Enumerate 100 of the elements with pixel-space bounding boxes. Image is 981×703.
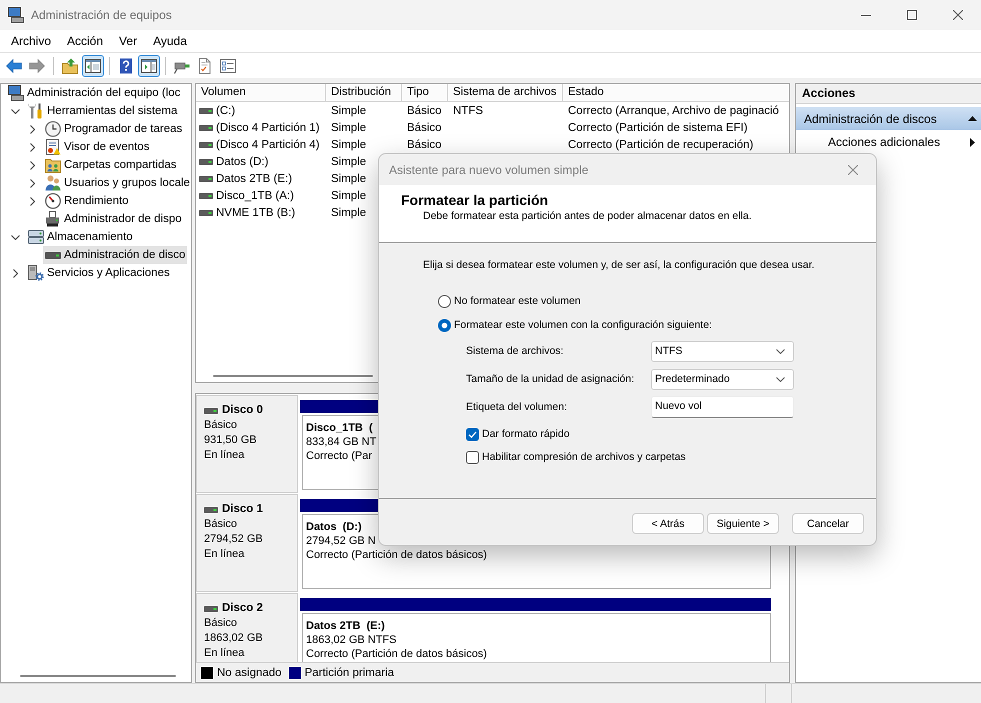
chevron-down-icon — [776, 376, 785, 382]
panel-layout-icon — [141, 58, 157, 74]
users-icon — [45, 175, 61, 191]
table-cell: Simple — [331, 138, 366, 150]
dialog-subtitle: Debe formatear esta partición antes de poder almacenar datos en ella. — [423, 209, 753, 223]
disk-type: Básico — [204, 616, 238, 631]
folder-arrow-icon — [62, 58, 78, 74]
table-cell: (Disco 4 Partición 4) — [216, 138, 320, 150]
radio-option[interactable]: No formatear este volumen — [438, 292, 712, 310]
menu-item[interactable]: Ayuda — [145, 31, 195, 51]
text-field[interactable]: Nuevo vol — [651, 396, 794, 418]
forward-arrow-icon — [29, 58, 45, 74]
checkbox-option[interactable]: Habilitar compresión de archivos y carpetas — [466, 448, 686, 466]
panel-layout-icon — [85, 58, 101, 74]
table-cell: Simple — [331, 122, 366, 134]
tree-item[interactable]: Visor de eventos — [43, 138, 152, 156]
tree-item[interactable]: Herramientas del sistema — [26, 102, 180, 120]
chevron-down-icon[interactable] — [11, 234, 20, 240]
next-button[interactable]: Siguiente > — [707, 513, 779, 534]
partition-detail: 2794,52 GB N — [306, 534, 376, 548]
scrollbar-thumb[interactable] — [213, 375, 373, 377]
menu-item[interactable]: Acción — [59, 31, 112, 51]
drive-icon — [199, 158, 213, 164]
partition-box[interactable]: Datos 2TB (E:) 1863,02 GB NTFS Correcto (Partición de datos básicos) — [302, 613, 771, 662]
actions-header: Acciones — [796, 84, 981, 104]
table-cell: Simple — [331, 190, 366, 202]
chevron-down-icon — [776, 348, 785, 354]
submenu-arrow-icon — [970, 138, 975, 146]
column-header[interactable]: Estado — [563, 84, 789, 101]
column-header[interactable]: Volumen — [196, 84, 326, 101]
drive-icon — [45, 252, 61, 258]
back-button[interactable]: < Atrás — [632, 513, 704, 534]
column-header[interactable]: Tipo — [402, 84, 448, 101]
chevron-right-icon[interactable] — [30, 124, 35, 134]
radio-option[interactable]: Formatear este volumen con la configuración siguiente: — [438, 316, 712, 334]
storage-icon — [28, 229, 44, 245]
close-icon — [848, 164, 858, 174]
menu-item[interactable]: Archivo — [3, 31, 60, 51]
cancel-button[interactable]: Cancelar — [792, 513, 864, 534]
table-cell: NVME 1TB (B:) — [216, 206, 296, 218]
legend-label: No asignado — [217, 666, 282, 678]
tree-item[interactable]: Administración de disco — [43, 246, 188, 264]
computer-icon — [8, 7, 24, 23]
tree-item[interactable]: Programador de tareas — [43, 120, 184, 138]
table-cell: Correcto (Partición de sistema EFI) — [568, 122, 748, 134]
table-cell: Simple — [331, 104, 366, 116]
table-cell: (Disco 4 Partición 1) — [216, 122, 320, 134]
table-cell: Datos 2TB (E:) — [216, 172, 292, 184]
window-title: Administración de equipos — [31, 8, 172, 22]
dropdown[interactable]: NTFS — [651, 340, 794, 362]
disk-info-panel[interactable]: Disco 1 Básico 2794,52 GB En línea — [196, 494, 298, 592]
tools-icon — [28, 103, 44, 119]
partition-name: Disco_1TB ( — [306, 421, 373, 435]
clock-icon — [45, 121, 61, 137]
action-section-header[interactable]: Administración de discos — [796, 107, 981, 130]
maximize-icon — [907, 10, 917, 20]
disk-info-panel[interactable]: Disco 0 Básico 931,50 GB En línea — [196, 395, 298, 493]
partition-detail: Correcto (Partición de datos básicos) — [306, 647, 487, 661]
action-item[interactable]: Acciones adicionales — [796, 130, 981, 154]
partition-detail: Correcto (Par — [306, 449, 372, 463]
field-label: Tamaño de la unidad de asignación: — [466, 373, 636, 385]
drive-icon — [199, 108, 213, 114]
tree-item[interactable]: Rendimiento — [43, 192, 131, 210]
server-gear-icon — [28, 265, 44, 281]
table-cell: Datos (D:) — [216, 156, 268, 168]
chevron-down-icon[interactable] — [11, 108, 20, 114]
disk-size: 931,50 GB — [204, 433, 258, 448]
chevron-right-icon[interactable] — [30, 142, 35, 152]
dropdown[interactable]: Predeterminado — [651, 368, 794, 390]
menu-item[interactable]: Ver — [111, 31, 146, 51]
tree-item[interactable]: Administración del equipo (loc — [6, 84, 182, 102]
back-arrow-icon — [6, 58, 22, 74]
drive-icon — [204, 606, 218, 612]
chevron-right-icon[interactable] — [30, 178, 35, 188]
console-tree-button[interactable] — [82, 54, 104, 76]
table-cell: Simple — [331, 156, 366, 168]
chevron-right-icon[interactable] — [13, 268, 18, 278]
tree-item[interactable]: Usuarios y grupos locale — [43, 174, 191, 192]
action-pane-button[interactable] — [138, 54, 160, 76]
disk-name: Disco 1 — [222, 502, 263, 517]
disk-info-panel[interactable]: Disco 2 Básico 1863,02 GB En línea — [196, 593, 298, 662]
dialog-heading: Formatear la partición — [401, 192, 550, 209]
table-cell: Disco_1TB (A:) — [216, 190, 294, 202]
chevron-right-icon[interactable] — [30, 196, 35, 206]
close-icon — [953, 10, 963, 20]
disk-type: Básico — [204, 418, 238, 433]
chevron-right-icon[interactable] — [30, 160, 35, 170]
drive-icon — [199, 124, 213, 130]
column-header[interactable]: Sistema de archivos — [448, 84, 563, 101]
instruction-text: Elija si desea formatear este volumen y, de ser así, la configuración que desea usar. — [423, 258, 814, 272]
tree-item[interactable]: Administrador de dispo — [43, 210, 184, 228]
disk-name: Disco 2 — [222, 601, 263, 616]
partition-detail: 833,84 GB NT — [306, 435, 376, 449]
tree-item[interactable]: Almacenamiento — [26, 228, 135, 246]
tree-item[interactable]: Servicios y Aplicaciones — [26, 264, 172, 282]
tree-item[interactable]: Carpetas compartidas — [43, 156, 178, 174]
checkbox-option[interactable]: Dar formato rápido — [466, 425, 686, 443]
gauge-icon — [45, 193, 61, 209]
scrollbar-thumb[interactable] — [20, 675, 176, 677]
column-header[interactable]: Distribución — [326, 84, 402, 101]
